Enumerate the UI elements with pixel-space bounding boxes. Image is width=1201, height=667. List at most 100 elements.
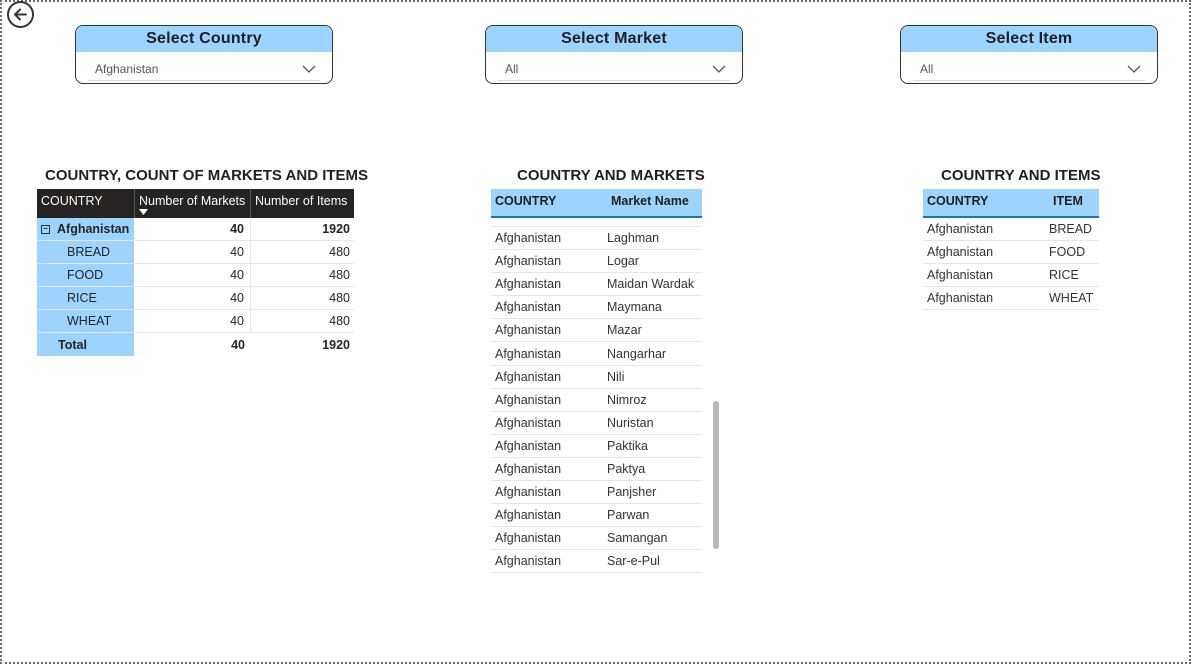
cell-country: Afghanistan bbox=[495, 300, 562, 315]
total-label: Total bbox=[37, 333, 135, 356]
markets-items-matrix: COUNTRY Number of Markets Number of Item… bbox=[37, 189, 354, 356]
row-label: FOOD bbox=[37, 264, 135, 286]
back-button[interactable] bbox=[7, 1, 34, 28]
slicer-title: Select Item bbox=[901, 26, 1157, 52]
cell-value: Maidan Wardak bbox=[607, 277, 695, 292]
dropdown-value: All bbox=[505, 61, 519, 76]
column-header-markets[interactable]: Number of Markets bbox=[135, 189, 251, 218]
table-row: Afghanistan Samangan bbox=[491, 527, 702, 551]
cell-country: Afghanistan bbox=[927, 268, 994, 283]
matrix-row: FOOD 40 480 bbox=[37, 264, 354, 287]
cell-country: Afghanistan bbox=[927, 222, 994, 237]
cell-value: Panjsher bbox=[607, 485, 657, 500]
chevron-down-icon bbox=[1127, 65, 1141, 73]
cell-items: 1920 bbox=[322, 222, 350, 236]
matrix-row: BREAD 40 480 bbox=[37, 241, 354, 264]
cell-markets: 40 bbox=[135, 218, 251, 240]
table-row: Afghanistan Parwan bbox=[491, 504, 702, 528]
column-header-market-name[interactable]: Market Name bbox=[607, 189, 702, 216]
table-row: Afghanistan Nuristan bbox=[491, 412, 702, 435]
cell-value: Nangarhar bbox=[607, 346, 667, 361]
row-header: − Afghanistan bbox=[37, 218, 135, 240]
matrix-row-country: − Afghanistan 40 1920 bbox=[37, 218, 354, 241]
cell-country: Afghanistan bbox=[495, 231, 562, 246]
collapse-icon[interactable]: − bbox=[41, 224, 50, 234]
table-row: Afghanistan Sar-e-Pul bbox=[491, 550, 702, 573]
cell-items: 480 bbox=[329, 291, 350, 305]
country-dropdown[interactable]: Afghanistan bbox=[88, 57, 320, 81]
cell-country: Afghanistan bbox=[927, 245, 994, 260]
table-row: Afghanistan Panjsher bbox=[491, 481, 702, 505]
column-header-country[interactable]: COUNTRY bbox=[37, 189, 135, 218]
matrix-header: COUNTRY Number of Markets Number of Item… bbox=[37, 189, 354, 218]
item-slicer: Select Item All bbox=[900, 25, 1158, 84]
cell-markets: 40 bbox=[135, 241, 251, 263]
column-header-country[interactable]: COUNTRY bbox=[491, 189, 607, 216]
cell-items: 480 bbox=[329, 245, 350, 259]
cell-country: Afghanistan bbox=[495, 392, 562, 407]
table-row: Afghanistan Maidan Wardak bbox=[491, 273, 702, 297]
cell-value: WHEAT bbox=[1049, 291, 1094, 306]
row-label: Afghanistan bbox=[57, 222, 130, 236]
cell-value: Logar bbox=[607, 254, 639, 269]
row-label: WHEAT bbox=[37, 310, 135, 332]
column-header-item[interactable]: ITEM bbox=[1049, 189, 1099, 216]
table-row: Afghanistan Laghman bbox=[491, 227, 702, 251]
cell-country: Afghanistan bbox=[495, 508, 562, 523]
cell-value: Nimroz bbox=[607, 392, 647, 407]
cell-country: Afghanistan bbox=[495, 323, 562, 338]
table-row: Afghanistan FOOD bbox=[923, 241, 1099, 265]
markets-table-title: COUNTRY AND MARKETS bbox=[517, 167, 705, 184]
table-row: Afghanistan Nili bbox=[491, 366, 702, 389]
table-row: Afghanistan Mazar bbox=[491, 319, 702, 343]
total-items: 1920 bbox=[322, 337, 350, 352]
column-header-items[interactable]: Number of Items bbox=[251, 189, 354, 218]
cell-country: Afghanistan bbox=[495, 531, 562, 546]
row-label: BREAD bbox=[37, 241, 135, 263]
table-body[interactable]: Afghanistan Laghman Afghanistan Logar Afghan… bbox=[491, 218, 702, 573]
cell-value: Nili bbox=[607, 369, 625, 384]
items-table-title: COUNTRY AND ITEMS bbox=[941, 167, 1101, 184]
cell-country: Afghanistan bbox=[495, 369, 562, 384]
cell-country: Afghanistan bbox=[927, 291, 994, 306]
table-body: Afghanistan BREAD Afghanistan FOOD Afghanist… bbox=[923, 218, 1099, 311]
cell-value: BREAD bbox=[1049, 222, 1093, 237]
table-row: Afghanistan BREAD bbox=[923, 218, 1099, 242]
table-header: COUNTRY ITEM bbox=[923, 189, 1099, 218]
table-row: Afghanistan Logar bbox=[491, 250, 702, 274]
column-header-country[interactable]: COUNTRY bbox=[923, 189, 1049, 216]
cell-value: RICE bbox=[1049, 268, 1079, 283]
column-header-label: Number of Markets bbox=[139, 194, 246, 208]
market-dropdown[interactable]: All bbox=[498, 57, 730, 81]
slicer-title: Select Market bbox=[486, 26, 742, 52]
cell-country: Afghanistan bbox=[495, 438, 562, 453]
chevron-down-icon bbox=[302, 65, 316, 73]
cell-country: Afghanistan bbox=[495, 554, 562, 569]
cell-markets: 40 bbox=[135, 264, 251, 286]
partial-row bbox=[491, 218, 702, 227]
table-row: Afghanistan WHEAT bbox=[923, 287, 1099, 311]
cell-country: Afghanistan bbox=[495, 346, 562, 361]
dropdown-value: All bbox=[920, 61, 934, 76]
table-row: Afghanistan Paktya bbox=[491, 458, 702, 482]
matrix-row: RICE 40 480 bbox=[37, 287, 354, 310]
chevron-down-icon bbox=[712, 65, 726, 73]
cell-items: 480 bbox=[329, 268, 350, 282]
cell-markets: 40 bbox=[135, 310, 251, 332]
cell-value: Laghman bbox=[607, 231, 660, 246]
markets-table: COUNTRY Market Name Afghanistan Laghman Af… bbox=[491, 189, 702, 573]
table-row: Afghanistan Nangarhar bbox=[491, 342, 702, 366]
cell-value: FOOD bbox=[1049, 245, 1086, 260]
matrix-row: WHEAT 40 480 bbox=[37, 310, 354, 333]
table-row: Afghanistan Maymana bbox=[491, 296, 702, 320]
cell-markets: 40 bbox=[135, 287, 251, 309]
vertical-scrollbar[interactable] bbox=[713, 401, 719, 549]
cell-value: Sar-e-Pul bbox=[607, 554, 660, 569]
slicer-title: Select Country bbox=[76, 26, 332, 52]
cell-value: Parwan bbox=[607, 508, 650, 523]
cell-items: 480 bbox=[329, 314, 350, 328]
market-slicer: Select Market All bbox=[485, 25, 743, 84]
back-arrow-icon bbox=[14, 8, 27, 21]
cell-value: Samangan bbox=[607, 531, 668, 546]
item-dropdown[interactable]: All bbox=[913, 57, 1145, 81]
